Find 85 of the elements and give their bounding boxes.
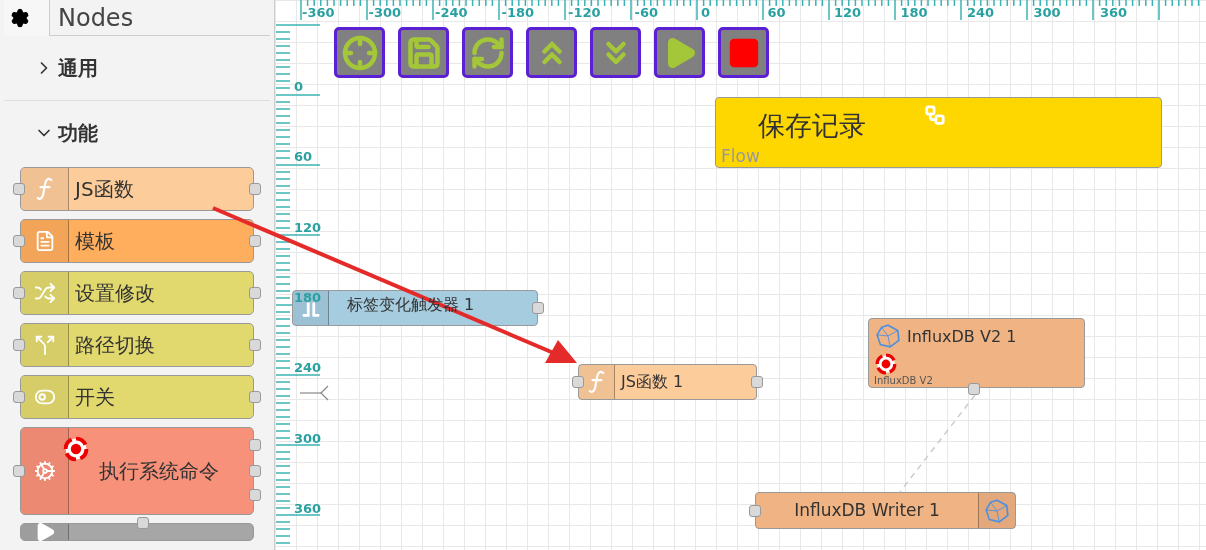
port[interactable] (249, 287, 261, 299)
node-label: InfluxDB V2 1 (907, 326, 1017, 348)
toolbar-button[interactable] (654, 27, 705, 78)
ruler-label: 300 (1033, 6, 1061, 19)
function-icon (35, 177, 54, 201)
port[interactable] (532, 302, 544, 314)
settings-icon[interactable] (10, 7, 30, 28)
ruler-label: 240 (294, 361, 322, 375)
influxdb-config-node[interactable]: InfluxDB V2 1 InfluxDB V2 (868, 318, 1085, 388)
save-icon (405, 34, 442, 71)
port[interactable] (572, 376, 584, 388)
ruler-label: 360 (294, 501, 322, 515)
port[interactable] (13, 235, 25, 247)
port[interactable] (249, 465, 261, 477)
split-icon (33, 334, 56, 356)
ruler-label: 60 (767, 6, 786, 19)
node-type-label: InfluxDB V2 (874, 374, 933, 387)
port[interactable] (13, 183, 25, 195)
port[interactable] (249, 235, 261, 247)
port[interactable] (249, 183, 261, 195)
palette-node[interactable]: 路径切换 (20, 323, 254, 367)
toolbar-button[interactable] (398, 27, 449, 78)
node-label: JS函数 (75, 176, 134, 203)
ruler-label: 120 (834, 6, 862, 19)
port[interactable] (249, 339, 261, 351)
ruler-label: 360 (1100, 6, 1128, 19)
node-label: 模板 (75, 228, 115, 255)
port[interactable] (13, 465, 25, 477)
ruler-label: -120 (568, 6, 601, 19)
function-icon (587, 370, 606, 394)
ruler-label: -240 (435, 6, 468, 19)
ruler-label: 120 (294, 220, 322, 234)
ruler-label: -60 (634, 6, 658, 19)
polyhedron-icon (875, 323, 901, 349)
function-node[interactable]: JS函数 1 (578, 364, 757, 400)
ruler-label: 240 (967, 6, 995, 19)
toolbar-button[interactable] (590, 27, 641, 78)
ruler-label: 180 (900, 6, 928, 19)
category-header[interactable]: 通用 (4, 36, 98, 100)
palette-node[interactable]: 设置修改 (20, 271, 254, 315)
flow-icon (924, 104, 946, 126)
ruler-label: 60 (294, 150, 313, 164)
flow-label: Flow (721, 148, 760, 165)
link-in-marker (299, 385, 329, 401)
ruler-label: 300 (294, 431, 322, 445)
port[interactable] (249, 391, 261, 403)
ruler-label: -180 (501, 6, 535, 19)
locate-icon (341, 34, 378, 71)
port[interactable] (13, 391, 25, 403)
palette-node[interactable]: JS函数 (20, 167, 254, 211)
palette-title: Nodes (57, 2, 134, 34)
ruler-label: -300 (368, 6, 402, 19)
toolbar-button[interactable] (526, 27, 577, 78)
node-label: InfluxDB Writer 1 (794, 498, 940, 522)
port[interactable] (968, 383, 980, 395)
port[interactable] (751, 376, 763, 388)
palette-node[interactable] (20, 523, 254, 541)
palette-node[interactable]: 模板 (20, 219, 254, 263)
category-header[interactable]: 功能 (4, 101, 98, 165)
toolbar-button[interactable] (718, 27, 769, 78)
toolbar-button[interactable] (462, 27, 513, 78)
node-label: JS函数 1 (621, 372, 684, 392)
ruler-label: 0 (701, 6, 711, 19)
node-label: 设置修改 (75, 280, 155, 307)
node-label: 路径切换 (75, 332, 155, 359)
port[interactable] (137, 517, 149, 529)
palette-node[interactable]: 开关 (20, 375, 254, 419)
toolbar-button[interactable] (334, 27, 385, 78)
ruler-label: -360 (302, 6, 335, 19)
comment-node[interactable]: 保存记录 Flow (715, 97, 1162, 168)
influxdb-writer-node[interactable]: InfluxDB Writer 1 (755, 492, 1016, 529)
ruler-label: 180 (294, 290, 322, 304)
ruler-label: 0 (294, 80, 304, 93)
polyhedron-icon (984, 497, 1010, 524)
port[interactable] (13, 339, 25, 351)
port[interactable] (249, 489, 261, 501)
port[interactable] (13, 287, 25, 299)
gear-icon (33, 460, 56, 482)
node-label: 开关 (75, 384, 115, 411)
shuffle-icon (33, 282, 56, 304)
node-label: 执行系统命令 (99, 458, 219, 485)
port[interactable] (249, 439, 261, 451)
refresh-icon (469, 34, 506, 71)
palette-node[interactable]: 执行系统命令 (20, 427, 254, 515)
comment-title: 保存记录 (758, 112, 866, 139)
